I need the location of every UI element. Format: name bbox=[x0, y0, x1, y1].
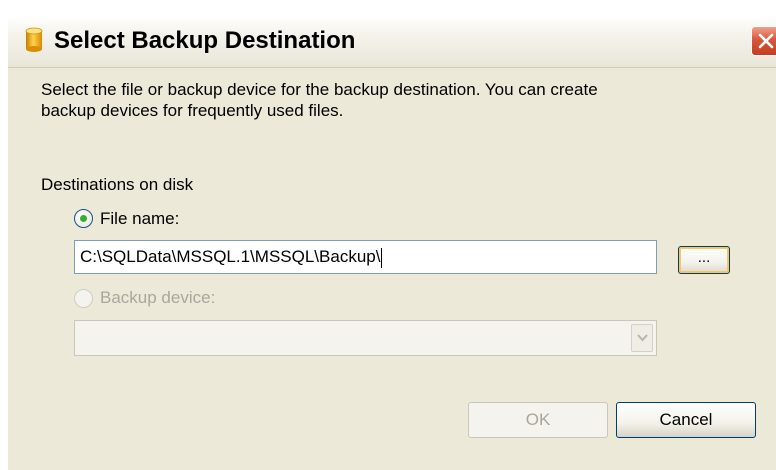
close-icon bbox=[758, 33, 774, 49]
description-line-1: Select the file or backup device for the… bbox=[41, 80, 598, 99]
select-backup-destination-dialog: Select Backup Destination Select the fil… bbox=[8, 0, 776, 470]
title-bar[interactable]: Select Backup Destination bbox=[8, 16, 776, 68]
title-strip bbox=[8, 0, 776, 16]
backup-device-radio[interactable] bbox=[74, 289, 93, 308]
radio-selected-dot bbox=[80, 215, 87, 222]
destinations-group-label: Destinations on disk bbox=[41, 175, 194, 194]
dropdown-arrow-button[interactable] bbox=[631, 324, 653, 352]
file-name-radio-label[interactable]: File name: bbox=[100, 209, 179, 229]
backup-device-radio-label[interactable]: Backup device: bbox=[100, 288, 215, 308]
file-name-value: C:\SQLData\MSSQL.1\MSSQL\Backup\ bbox=[80, 247, 381, 266]
cancel-button[interactable]: Cancel bbox=[616, 402, 756, 438]
close-button[interactable] bbox=[751, 26, 776, 56]
dialog-title: Select Backup Destination bbox=[54, 27, 356, 54]
ok-button[interactable]: OK bbox=[468, 402, 608, 438]
text-caret bbox=[381, 247, 383, 268]
browse-button[interactable]: ... bbox=[678, 246, 730, 274]
chevron-down-icon bbox=[637, 334, 648, 342]
backup-device-dropdown[interactable] bbox=[74, 320, 657, 356]
file-name-input[interactable]: C:\SQLData\MSSQL.1\MSSQL\Backup\ bbox=[74, 240, 657, 274]
description-line-2: backup devices for frequently used files… bbox=[41, 101, 344, 120]
file-name-radio[interactable] bbox=[74, 209, 93, 228]
database-cylinder-icon bbox=[25, 27, 43, 53]
